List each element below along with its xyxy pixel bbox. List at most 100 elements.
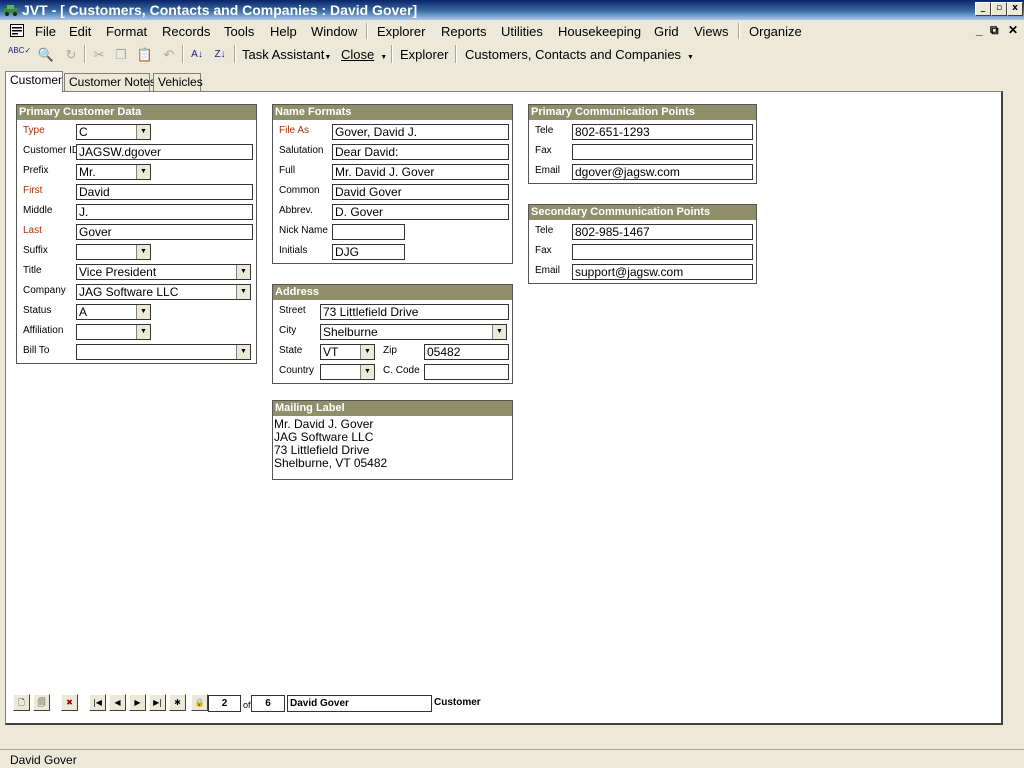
menu-explorer[interactable]: Explorer	[377, 24, 425, 39]
primary-tele-field[interactable]: 802-651-1293	[572, 124, 753, 140]
file-as-field[interactable]: Gover, David J.	[332, 124, 509, 140]
middle-label: Middle	[23, 205, 53, 216]
dropdown-arrow-icon[interactable]: ▼	[236, 345, 250, 359]
full-label: Full	[279, 165, 296, 176]
copy-icon[interactable]: ❐	[112, 46, 130, 64]
suffix-combo[interactable]: ▼	[76, 244, 151, 260]
nick-name-field[interactable]	[332, 224, 405, 240]
type-combo[interactable]: C ▼	[76, 124, 151, 140]
first-record-button[interactable]: |◀	[89, 694, 106, 711]
tab-vehicles[interactable]: Vehicles	[153, 73, 203, 91]
spell-check-icon[interactable]: ABC✓	[8, 46, 31, 64]
explorer-button[interactable]: Explorer	[400, 47, 448, 62]
mdi-restore-button[interactable]: ⧉	[990, 23, 999, 38]
ccode-label: C. Code	[383, 365, 420, 376]
screen-title-button[interactable]: Customers, Contacts and Companies ▼	[465, 47, 694, 62]
paste-icon[interactable]: 📋	[136, 46, 154, 64]
name-formats-panel: Name Formats File As Gover, David J. Sal…	[272, 104, 513, 264]
dropdown-arrow-icon[interactable]: ▼	[236, 265, 250, 279]
menu-reports[interactable]: Reports	[441, 24, 487, 39]
mdi-minimize-button[interactable]: _	[976, 23, 983, 37]
mdi-close-button[interactable]: ✕	[1008, 23, 1018, 37]
menu-file[interactable]: File	[35, 24, 56, 39]
affiliation-combo[interactable]: ▼	[76, 324, 151, 340]
replace-icon[interactable]: ↻	[62, 46, 80, 64]
first-name-field[interactable]: David	[76, 184, 253, 200]
zip-field[interactable]: 05482	[424, 344, 509, 360]
prefix-combo[interactable]: Mr. ▼	[76, 164, 151, 180]
common-name-field[interactable]: David Gover	[332, 184, 509, 200]
dropdown-arrow-icon[interactable]: ▼	[360, 345, 374, 359]
copy-record-button[interactable]: 🗐	[33, 694, 50, 711]
initials-field[interactable]: DJG	[332, 244, 405, 260]
menu-utilities[interactable]: Utilities	[501, 24, 543, 39]
primary-email-field[interactable]: dgover@jagsw.com	[572, 164, 753, 180]
street-label: Street	[279, 305, 306, 316]
dropdown-arrow-icon[interactable]: ▼	[136, 305, 150, 319]
dropdown-arrow-icon[interactable]: ▼	[136, 245, 150, 259]
lock-icon[interactable]: 🔒	[191, 694, 208, 711]
menu-views[interactable]: Views	[694, 24, 728, 39]
prefix-label: Prefix	[23, 165, 49, 176]
cut-icon[interactable]: ✂	[90, 46, 108, 64]
secondary-tele-field[interactable]: 802-985-1467	[572, 224, 753, 240]
dropdown-arrow-icon[interactable]: ▼	[136, 325, 150, 339]
delete-record-button[interactable]: ✖	[61, 694, 78, 711]
company-combo[interactable]: JAG Software LLC ▼	[76, 284, 251, 300]
previous-record-button[interactable]: ◀	[109, 694, 126, 711]
sort-ascending-icon[interactable]: A↓	[188, 46, 206, 64]
full-name-field[interactable]: Mr. David J. Gover	[332, 164, 509, 180]
primary-fax-field[interactable]	[572, 144, 753, 160]
undo-icon[interactable]: ↶	[160, 46, 178, 64]
country-combo[interactable]: ▼	[320, 364, 375, 380]
common-label: Common	[279, 185, 320, 196]
menu-tools[interactable]: Tools	[224, 24, 254, 39]
task-assistant-button[interactable]: Task Assistant▼	[242, 47, 331, 62]
new-record-button[interactable]: 🗋	[13, 694, 30, 711]
menu-housekeeping[interactable]: Housekeeping	[558, 24, 641, 39]
find-icon[interactable]: 🔍	[37, 46, 55, 64]
tab-customer[interactable]: Customer	[5, 71, 63, 92]
dropdown-arrow-icon[interactable]: ▼	[236, 285, 250, 299]
salutation-field[interactable]: Dear David:	[332, 144, 509, 160]
customer-id-field[interactable]: JAGSW.dgover	[76, 144, 253, 160]
next-record-button[interactable]: ▶	[129, 694, 146, 711]
menu-format[interactable]: Format	[106, 24, 147, 39]
status-label: Status	[23, 305, 52, 316]
sort-descending-icon[interactable]: Z↓	[211, 46, 229, 64]
menu-window[interactable]: Window	[311, 24, 357, 39]
menu-records[interactable]: Records	[162, 24, 210, 39]
record-name-field: David Gover	[287, 695, 432, 712]
last-name-field[interactable]: Gover	[76, 224, 253, 240]
last-record-button[interactable]: ▶|	[149, 694, 166, 711]
title-combo[interactable]: Vice President ▼	[76, 264, 251, 280]
secondary-fax-field[interactable]	[572, 244, 753, 260]
city-combo[interactable]: Shelburne ▼	[320, 324, 507, 340]
dropdown-arrow-icon[interactable]: ▼	[136, 125, 150, 139]
company-label: Company	[23, 285, 66, 296]
state-combo[interactable]: VT ▼	[320, 344, 375, 360]
close-window-button[interactable]: x	[1007, 2, 1023, 16]
street-field[interactable]: 73 Littlefield Drive	[320, 304, 509, 320]
ccode-field[interactable]	[424, 364, 509, 380]
current-record-field[interactable]: 2	[208, 695, 241, 712]
dropdown-arrow-icon[interactable]: ▼	[136, 165, 150, 179]
close-button[interactable]: Close ▼	[341, 47, 387, 62]
tab-customer-notes[interactable]: Customer Notes	[64, 73, 156, 91]
abbrev-field[interactable]: D. Gover	[332, 204, 509, 220]
title-bar[interactable]: JVT - [ Customers, Contacts and Companie…	[0, 0, 1024, 20]
secondary-email-field[interactable]: support@jagsw.com	[572, 264, 753, 280]
minimize-button[interactable]: _	[975, 2, 991, 16]
form-control-icon[interactable]	[10, 24, 24, 37]
menu-grid[interactable]: Grid	[654, 24, 679, 39]
status-combo[interactable]: A ▼	[76, 304, 151, 320]
menu-organize[interactable]: Organize	[749, 24, 802, 39]
menu-edit[interactable]: Edit	[69, 24, 91, 39]
menu-help[interactable]: Help	[270, 24, 297, 39]
maximize-button[interactable]: ▫	[991, 2, 1007, 16]
dropdown-arrow-icon[interactable]: ▼	[360, 365, 374, 379]
bill-to-combo[interactable]: ▼	[76, 344, 251, 360]
middle-name-field[interactable]: J.	[76, 204, 253, 220]
new-navigator-button[interactable]: ✱	[169, 694, 186, 711]
dropdown-arrow-icon[interactable]: ▼	[492, 325, 506, 339]
